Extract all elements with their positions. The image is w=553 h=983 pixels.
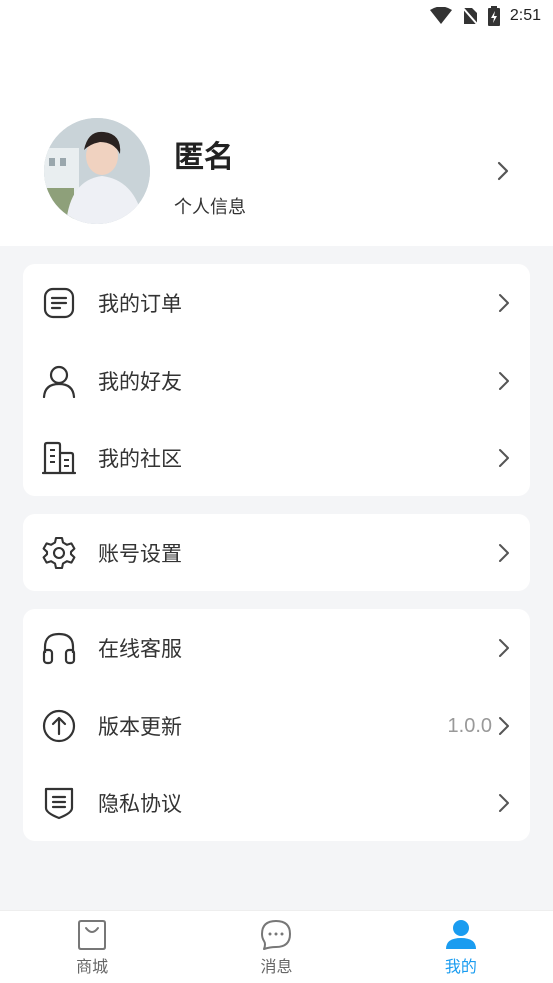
menu-item-label: 隐私协议 (98, 792, 182, 816)
menu-item-orders[interactable]: 我的订单 (23, 264, 530, 342)
battery-charging-icon (487, 6, 500, 26)
menu-item-friends[interactable]: 我的好友 (23, 342, 530, 420)
user-icon (41, 363, 77, 399)
document-icon (41, 285, 77, 321)
version-number: 1.0.0 (447, 714, 492, 737)
gear-icon (41, 535, 77, 571)
menu-item-community[interactable]: 我的社区 (23, 419, 530, 497)
chevron-right-icon (499, 639, 509, 657)
bottom-tab-bar: 商城 消息 我的 (0, 910, 553, 983)
avatar[interactable] (44, 118, 150, 224)
menu-item-customer-service[interactable]: 在线客服 (23, 609, 530, 687)
chevron-right-icon (499, 294, 509, 312)
tab-mine[interactable]: 我的 (369, 911, 553, 983)
wifi-icon (429, 7, 452, 24)
clock: 2:51 (509, 7, 541, 24)
chat-bubble-icon (261, 920, 292, 950)
menu-item-label: 我的好友 (98, 370, 182, 394)
menu-item-privacy-policy[interactable]: 隐私协议 (23, 764, 530, 842)
menu-item-label: 版本更新 (98, 715, 182, 739)
arrow-up-circle-icon (41, 708, 77, 744)
profile-header[interactable]: 匿名 个人信息 (0, 32, 553, 246)
menu-item-account-settings[interactable]: 账号设置 (23, 514, 530, 591)
menu-card-1: 我的订单 我的好友 我的社区 (23, 264, 530, 496)
tab-label: 我的 (444, 957, 477, 976)
personal-info-link[interactable]: 个人信息 (174, 193, 246, 219)
menu-item-version-update[interactable]: 版本更新 1.0.0 (23, 687, 530, 765)
shield-document-icon (41, 785, 77, 821)
chevron-right-icon (499, 543, 509, 562)
menu-item-label: 在线客服 (98, 637, 182, 661)
tab-label: 商城 (76, 957, 109, 976)
chevron-right-icon (499, 372, 509, 390)
menu-card-3: 在线客服 版本更新 1.0.0 隐私协议 (23, 609, 530, 841)
tab-messages[interactable]: 消息 (184, 911, 368, 983)
no-sim-icon (462, 7, 478, 25)
chevron-right-icon (499, 794, 509, 812)
chevron-right-icon (499, 717, 509, 735)
shopping-bag-icon (78, 920, 107, 950)
menu-card-2: 账号设置 (23, 514, 530, 591)
status-bar: 2:51 (0, 0, 553, 32)
headset-icon (41, 630, 77, 666)
menu-item-label: 账号设置 (98, 541, 182, 566)
menu-item-label: 我的社区 (98, 447, 182, 471)
tab-mall[interactable]: 商城 (0, 911, 184, 983)
chevron-right-icon (499, 449, 509, 467)
username: 匿名 (174, 140, 234, 175)
buildings-icon (41, 440, 77, 476)
tab-label: 消息 (260, 957, 293, 976)
chevron-right-icon[interactable] (496, 160, 510, 182)
menu-item-label: 我的订单 (98, 292, 182, 316)
user-icon (445, 920, 476, 949)
